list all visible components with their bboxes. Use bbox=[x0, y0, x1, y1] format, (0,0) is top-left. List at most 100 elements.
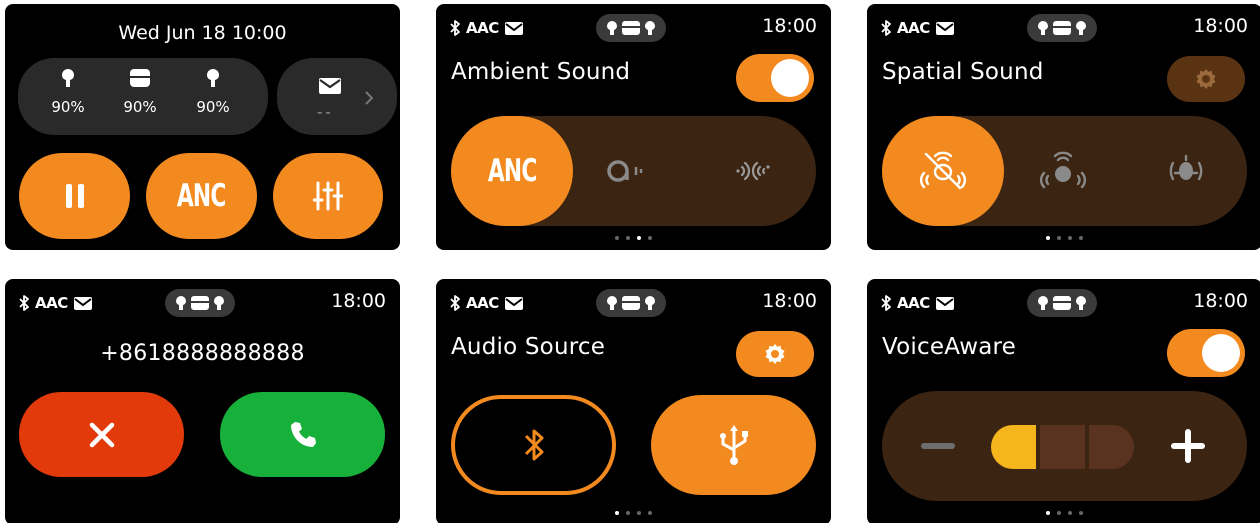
battery-card[interactable]: 90% 90% 90% bbox=[18, 58, 268, 135]
source-usb[interactable] bbox=[651, 395, 816, 495]
voiceaware-level-control bbox=[882, 391, 1247, 501]
bluetooth-icon bbox=[881, 20, 891, 36]
close-icon bbox=[89, 422, 114, 447]
status-bar: AAC 18:00 bbox=[867, 279, 1260, 327]
page-dot bbox=[1068, 511, 1072, 515]
anc-label: ANC bbox=[487, 153, 537, 189]
incoming-call-screen: AAC 18:00 +8618888888888 bbox=[5, 279, 400, 523]
spatial-off-icon bbox=[920, 151, 966, 190]
voiceaware-toggle[interactable] bbox=[1167, 329, 1245, 377]
earbuds-case-icon bbox=[1027, 14, 1097, 42]
spatial-sound-screen: AAC 18:00 Spatial Sound bbox=[867, 4, 1260, 250]
page-title: Ambient Sound bbox=[451, 59, 631, 85]
toggle-knob bbox=[771, 59, 809, 97]
clock: 18:00 bbox=[1193, 15, 1248, 37]
level-segment[interactable] bbox=[1089, 425, 1134, 469]
page-dot bbox=[1057, 236, 1061, 240]
caller-number: +8618888888888 bbox=[100, 341, 305, 366]
mail-icon bbox=[319, 78, 341, 94]
home-screen: Wed Jun 18 10:00 90% 90% 90% -- ANC bbox=[5, 4, 400, 250]
page-dot-active bbox=[1046, 511, 1050, 515]
codec-label: AAC bbox=[35, 294, 68, 312]
anc-button[interactable]: ANC bbox=[146, 153, 257, 239]
page-dot bbox=[648, 236, 652, 240]
bluetooth-icon bbox=[450, 295, 460, 311]
battery-right-earbud: 90% bbox=[188, 68, 238, 116]
page-dot bbox=[1079, 511, 1083, 515]
message-card[interactable]: -- bbox=[277, 58, 397, 135]
left-earbud-icon bbox=[62, 69, 74, 87]
mail-icon bbox=[935, 21, 954, 35]
bluetooth-icon bbox=[19, 295, 29, 311]
pause-button[interactable] bbox=[19, 153, 130, 239]
mail-icon bbox=[73, 296, 92, 310]
voiceaware-screen: AAC 18:00 VoiceAware bbox=[867, 279, 1260, 523]
clock: 18:00 bbox=[331, 290, 386, 312]
equalizer-icon bbox=[313, 181, 343, 211]
codec-label: AAC bbox=[466, 294, 499, 312]
earbuds-case-icon bbox=[165, 289, 235, 317]
page-indicator bbox=[867, 511, 1260, 515]
level-segment[interactable] bbox=[1040, 425, 1085, 469]
decline-button[interactable] bbox=[19, 392, 184, 477]
audio-source-screen: AAC 18:00 Audio Source bbox=[436, 279, 831, 523]
decrease-button[interactable] bbox=[918, 432, 958, 460]
usb-icon bbox=[719, 425, 748, 465]
mode-talk-thru[interactable] bbox=[694, 116, 816, 226]
phone-icon bbox=[290, 421, 316, 447]
page-dot-active bbox=[615, 511, 619, 515]
page-title: VoiceAware bbox=[882, 334, 1017, 360]
spatial-head-tracking[interactable] bbox=[1125, 116, 1247, 226]
audio-source-settings-button[interactable] bbox=[736, 331, 814, 377]
page-dot bbox=[648, 511, 652, 515]
spatial-settings-button[interactable] bbox=[1167, 56, 1245, 102]
mail-icon bbox=[504, 296, 523, 310]
mode-ambient-aware[interactable] bbox=[571, 116, 693, 226]
page-dot bbox=[637, 511, 641, 515]
page-dot-active bbox=[637, 236, 641, 240]
page-indicator bbox=[436, 236, 831, 240]
mail-icon bbox=[504, 21, 523, 35]
ambient-aware-icon bbox=[607, 160, 643, 182]
mode-anc[interactable]: ANC bbox=[451, 116, 573, 226]
page-dot bbox=[626, 236, 630, 240]
date-time: Wed Jun 18 10:00 bbox=[118, 22, 287, 44]
codec-label: AAC bbox=[897, 19, 930, 37]
battery-left-earbud: 90% bbox=[43, 68, 93, 116]
increase-button[interactable] bbox=[1170, 428, 1206, 464]
earbuds-case-icon bbox=[596, 289, 666, 317]
spatial-fixed[interactable] bbox=[1002, 116, 1124, 226]
battery-percent: 90% bbox=[123, 98, 157, 116]
status-bar: AAC 18:00 bbox=[867, 4, 1260, 52]
anc-label: ANC bbox=[177, 178, 226, 214]
ambient-sound-toggle[interactable] bbox=[736, 54, 814, 102]
status-bar: AAC 18:00 bbox=[436, 279, 831, 327]
source-bluetooth[interactable] bbox=[451, 395, 616, 495]
page-dot bbox=[1057, 511, 1061, 515]
minus-icon bbox=[921, 443, 955, 449]
pause-icon bbox=[65, 184, 84, 208]
toggle-knob bbox=[1202, 334, 1240, 372]
level-bar bbox=[991, 425, 1134, 469]
page-dot bbox=[1068, 236, 1072, 240]
spatial-off[interactable] bbox=[882, 116, 1004, 226]
accept-button[interactable] bbox=[220, 392, 385, 477]
bluetooth-icon bbox=[881, 295, 891, 311]
gear-icon bbox=[765, 344, 785, 364]
equalizer-button[interactable] bbox=[273, 153, 383, 239]
earbuds-case-icon bbox=[1027, 289, 1097, 317]
gear-icon bbox=[1196, 69, 1216, 89]
earbuds-case-icon bbox=[596, 14, 666, 42]
page-dot bbox=[626, 511, 630, 515]
bluetooth-icon bbox=[524, 429, 543, 461]
bluetooth-icon bbox=[450, 20, 460, 36]
codec-label: AAC bbox=[897, 294, 930, 312]
page-dot bbox=[615, 236, 619, 240]
clock: 18:00 bbox=[762, 290, 817, 312]
page-title: Spatial Sound bbox=[882, 59, 1044, 85]
level-segment-active[interactable] bbox=[991, 425, 1036, 469]
page-dot-active bbox=[1046, 236, 1050, 240]
plus-icon bbox=[1171, 429, 1205, 463]
case-icon bbox=[130, 69, 150, 87]
spatial-fixed-icon bbox=[1040, 151, 1086, 189]
